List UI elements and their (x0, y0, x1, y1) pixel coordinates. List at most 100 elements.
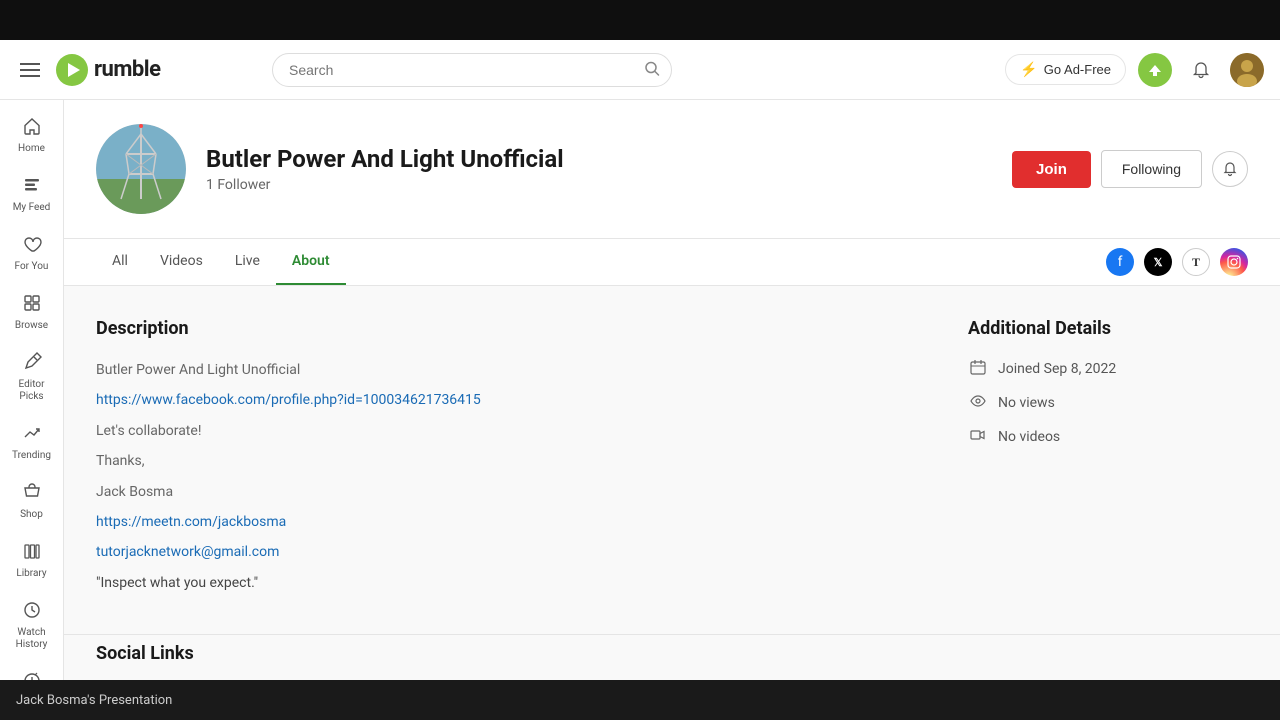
profile-followers: 1 Follower (206, 177, 992, 193)
header-right: ⚡ Go Ad-Free (1005, 53, 1264, 87)
profile-actions: Join Following (1012, 150, 1248, 188)
app-wrapper: rumble ⚡ Go Ad-Free (0, 40, 1280, 680)
desc-jack: Jack Bosma (96, 481, 928, 503)
search-area (272, 53, 672, 87)
logo-text: rumble (94, 57, 161, 82)
upload-button[interactable] (1138, 53, 1172, 87)
about-sidebar: Additional Details Joi (968, 318, 1248, 602)
desc-facebook-link[interactable]: https://www.facebook.com/profile.php?id=… (96, 389, 928, 411)
editor-picks-icon (22, 352, 42, 377)
upload-icon (1147, 62, 1163, 78)
facebook-social-icon[interactable]: f (1106, 248, 1134, 276)
bottom-bar: Jack Bosma's Presentation (0, 680, 1280, 720)
go-ad-free-button[interactable]: ⚡ Go Ad-Free (1005, 54, 1126, 85)
tab-all[interactable]: All (96, 239, 144, 285)
trending-icon (22, 423, 42, 448)
bell-profile-icon (1222, 161, 1238, 177)
about-content: Description Butler Power And Light Unoff… (64, 286, 1280, 634)
sidebar-item-for-you[interactable]: For You (4, 226, 60, 281)
browse-icon (22, 293, 42, 318)
instagram-icon (1227, 255, 1241, 269)
additional-details: Joined Sep 8, 2022 No views (968, 359, 1248, 447)
sidebar-item-my-feed[interactable]: My Feed (4, 167, 60, 222)
sidebar-for-you-label: For You (15, 261, 49, 273)
additional-details-title: Additional Details (968, 318, 1248, 339)
sidebar-item-library[interactable]: Library (4, 533, 60, 588)
watch-history-icon (22, 600, 42, 625)
for-you-icon (22, 234, 42, 259)
joined-detail: Joined Sep 8, 2022 (968, 359, 1248, 379)
joined-text: Joined Sep 8, 2022 (998, 361, 1116, 377)
hamburger-line (20, 63, 40, 65)
desc-meetn-link[interactable]: https://meetn.com/jackbosma (96, 511, 928, 533)
user-avatar-button[interactable] (1230, 53, 1264, 87)
top-bar (0, 0, 1280, 40)
bottom-bar-text: Jack Bosma's Presentation (16, 693, 172, 708)
views-detail: No views (968, 393, 1248, 413)
sidebar-trending-label: Trending (12, 450, 51, 462)
social-links-section: Social Links (64, 634, 1280, 680)
sidebar-item-shop[interactable]: Shop (4, 474, 60, 529)
tab-videos[interactable]: Videos (144, 239, 219, 285)
sidebar-item-editor-picks[interactable]: Editor Picks (4, 344, 60, 411)
bell-icon (1192, 61, 1210, 79)
sidebar-browse-label: Browse (15, 320, 48, 332)
about-main: Description Butler Power And Light Unoff… (96, 318, 928, 602)
sidebar-item-browse[interactable]: Browse (4, 285, 60, 340)
desc-thanks: Thanks, (96, 450, 928, 472)
hamburger-line (20, 69, 40, 71)
home-icon (22, 116, 42, 141)
search-input[interactable] (272, 53, 672, 87)
notification-button[interactable] (1184, 53, 1218, 87)
main-layout: Home My Feed For You (0, 100, 1280, 680)
my-feed-icon (22, 175, 42, 200)
sidebar-library-label: Library (16, 568, 46, 580)
social-icons: f 𝕏 T (1106, 248, 1248, 276)
following-button[interactable]: Following (1101, 150, 1202, 188)
truth-social-icon[interactable]: T (1182, 248, 1210, 276)
go-ad-free-label: Go Ad-Free (1044, 62, 1111, 77)
desc-line-2: Let's collaborate! (96, 420, 928, 442)
hamburger-button[interactable] (16, 59, 44, 81)
desc-quote: "Inspect what you expect." (96, 572, 928, 594)
tab-live[interactable]: Live (219, 239, 276, 285)
profile-bell-button[interactable] (1212, 151, 1248, 187)
sidebar-item-home[interactable]: Home (4, 108, 60, 163)
profile-avatar-image (96, 124, 186, 214)
content: Butler Power And Light Unofficial 1 Foll… (64, 100, 1280, 680)
profile-info: Butler Power And Light Unofficial 1 Foll… (206, 145, 992, 193)
sidebar-item-watch-later[interactable]: Watch Later (4, 663, 60, 680)
sidebar-watch-history-label: Watch History (8, 627, 56, 651)
bolt-icon: ⚡ (1020, 61, 1037, 78)
shop-icon (22, 482, 42, 507)
eye-icon (968, 393, 988, 413)
sidebar-item-trending[interactable]: Trending (4, 415, 60, 470)
search-icon (644, 60, 660, 76)
watch-later-icon (22, 671, 42, 680)
profile-header: Butler Power And Light Unofficial 1 Foll… (64, 100, 1280, 239)
description-title: Description (96, 318, 928, 339)
hamburger-line (20, 75, 40, 77)
tab-about[interactable]: About (276, 239, 346, 285)
sidebar-home-label: Home (18, 143, 45, 155)
videos-text: No videos (998, 429, 1060, 445)
views-text: No views (998, 395, 1055, 411)
instagram-social-icon[interactable] (1220, 248, 1248, 276)
logo-area: rumble (56, 54, 161, 86)
sidebar-item-watch-history[interactable]: Watch History (4, 592, 60, 659)
profile-avatar (96, 124, 186, 214)
search-button[interactable] (644, 60, 660, 79)
social-links-title: Social Links (96, 643, 1248, 664)
rumble-logo-icon (56, 54, 88, 86)
calendar-icon (968, 359, 988, 379)
desc-email[interactable]: tutorjacknetwork@gmail.com (96, 541, 928, 563)
library-icon (22, 541, 42, 566)
join-button[interactable]: Join (1012, 151, 1091, 188)
x-social-icon[interactable]: 𝕏 (1144, 248, 1172, 276)
sidebar-editor-picks-label: Editor Picks (8, 379, 56, 403)
videos-detail: No videos (968, 427, 1248, 447)
tabs-list: All Videos Live About (96, 239, 346, 285)
sidebar-shop-label: Shop (20, 509, 43, 521)
desc-line-1: Butler Power And Light Unofficial (96, 359, 928, 381)
header: rumble ⚡ Go Ad-Free (0, 40, 1280, 100)
